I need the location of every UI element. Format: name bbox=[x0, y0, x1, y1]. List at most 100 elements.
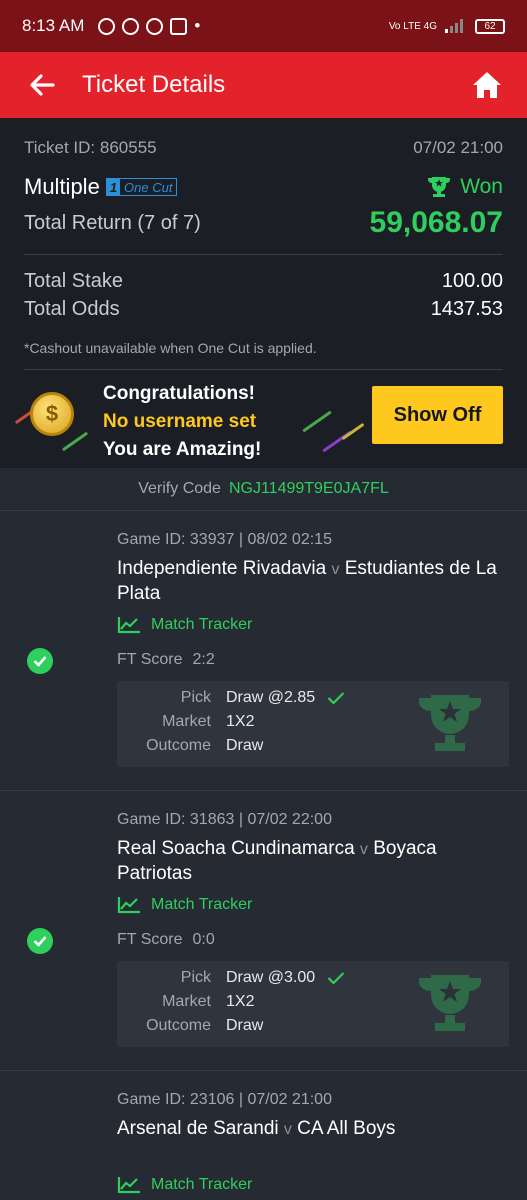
facebook-icon bbox=[98, 17, 116, 35]
status-time: 8:13 AM bbox=[22, 16, 85, 35]
home-button[interactable] bbox=[469, 67, 505, 103]
pick-row: Pick Draw @2.85 bbox=[117, 689, 417, 707]
match-teams: Independiente Rivadavia v Estudiantes de… bbox=[117, 557, 497, 606]
notification-icons: • bbox=[98, 16, 200, 36]
one-cut-label: One Cut bbox=[124, 179, 173, 195]
network-label: Vo LTE 4G bbox=[388, 20, 437, 32]
trophy-icon bbox=[428, 177, 451, 197]
match-teams: Arsenal de Sarandi v CA All Boys bbox=[117, 1117, 497, 1142]
total-odds-label: Total Odds bbox=[24, 298, 120, 320]
outcome-label: Outcome bbox=[146, 737, 211, 754]
confetti-streak bbox=[341, 422, 365, 441]
won-status: Won bbox=[426, 175, 503, 199]
trophy-watermark-icon bbox=[419, 695, 481, 751]
total-return-label: Total Return (7 of 7) bbox=[24, 211, 201, 234]
home-team: Arsenal de Sarandi bbox=[117, 1118, 279, 1139]
game-meta: Game ID: 23106 | 07/02 21:00 bbox=[117, 1091, 332, 1108]
show-off-button[interactable]: Show Off bbox=[372, 386, 503, 444]
home-team: Real Soacha Cundinamarca bbox=[117, 838, 355, 859]
total-stake-value: 100.00 bbox=[441, 270, 503, 292]
bet-type-label: Multiple bbox=[24, 174, 100, 199]
market-value: 1X2 bbox=[226, 993, 255, 1010]
game-card: Game ID: 33937 | 08/02 02:15 Independien… bbox=[0, 510, 527, 790]
versus-label: v bbox=[331, 561, 340, 578]
check-icon bbox=[27, 648, 53, 674]
game-meta: Game ID: 31863 | 07/02 22:00 bbox=[117, 811, 332, 828]
facebook-icon bbox=[146, 17, 164, 35]
versus-label: v bbox=[359, 841, 368, 858]
bet-type-row: Multiple 1 One Cut Won bbox=[24, 174, 503, 200]
market-value: 1X2 bbox=[226, 713, 255, 730]
back-button[interactable] bbox=[22, 65, 62, 105]
match-tracker-link[interactable]: Match Tracker bbox=[117, 616, 252, 634]
total-odds-value: 1437.53 bbox=[430, 298, 503, 320]
ticket-datetime: 07/02 21:00 bbox=[413, 138, 503, 157]
ft-score-value: 2:2 bbox=[192, 651, 215, 668]
checkmark-icon bbox=[327, 692, 345, 705]
congrats-banner: $ Congratulations! No username set You a… bbox=[0, 370, 527, 468]
games-list: Game ID: 33937 | 08/02 02:15 Independien… bbox=[0, 510, 527, 1200]
pick-label: Pick bbox=[180, 689, 211, 706]
pick-details: Pick Draw @3.00 Market 1X2 Outcome Draw bbox=[117, 961, 509, 1047]
pick-value: Draw @2.85 bbox=[226, 689, 345, 707]
market-label: Market bbox=[162, 713, 211, 730]
ft-score-label: FT Score bbox=[117, 931, 183, 948]
divider bbox=[24, 254, 503, 255]
outcome-label: Outcome bbox=[146, 1017, 211, 1034]
away-team: CA All Boys bbox=[297, 1118, 396, 1139]
signal-icon bbox=[445, 19, 463, 33]
confetti-streak bbox=[61, 431, 89, 452]
verify-label: Verify Code bbox=[138, 480, 221, 497]
match-tracker-label: Match Tracker bbox=[151, 1176, 253, 1193]
match-tracker-label: Match Tracker bbox=[151, 616, 253, 633]
confetti-streak bbox=[302, 410, 332, 433]
verify-code-row: Verify Code NGJ11499T9E0JA7FL bbox=[0, 468, 527, 510]
pick-row: Pick Draw @3.00 bbox=[117, 969, 417, 987]
telegram-icon bbox=[122, 17, 140, 35]
won-label: Won bbox=[460, 175, 503, 198]
chart-line-icon bbox=[117, 1177, 140, 1194]
total-return-value: 59,068.07 bbox=[369, 206, 503, 239]
one-cut-number: 1 bbox=[106, 179, 121, 195]
ft-score-label: FT Score bbox=[117, 651, 183, 668]
game-meta: Game ID: 33937 | 08/02 02:15 bbox=[117, 531, 332, 548]
home-team: Independiente Rivadavia bbox=[117, 558, 327, 579]
outcome-value: Draw bbox=[226, 1017, 264, 1034]
checkmark-icon bbox=[327, 972, 345, 985]
market-row: Market 1X2 bbox=[117, 713, 417, 731]
contact-icon bbox=[170, 17, 188, 35]
app-bar: Ticket Details bbox=[0, 52, 527, 118]
verify-code[interactable]: NGJ11499T9E0JA7FL bbox=[229, 480, 389, 498]
amazing-line: You are Amazing! bbox=[103, 439, 262, 460]
chart-line-icon bbox=[117, 897, 140, 914]
page-title: Ticket Details bbox=[82, 71, 226, 98]
congrats-message: Congratulations! No username set You are… bbox=[103, 380, 261, 464]
coin-icon: $ bbox=[30, 392, 74, 436]
total-stake-row: Total Stake 100.00 bbox=[24, 270, 503, 293]
match-tracker-link[interactable]: Match Tracker bbox=[117, 1176, 252, 1194]
dot-icon: • bbox=[194, 16, 201, 35]
check-icon bbox=[27, 928, 53, 954]
outcome-row: Outcome Draw bbox=[117, 737, 417, 755]
total-stake-label: Total Stake bbox=[24, 270, 123, 292]
market-label: Market bbox=[162, 993, 211, 1010]
total-return-row: Total Return (7 of 7) 59,068.07 bbox=[24, 206, 503, 240]
match-tracker-link[interactable]: Match Tracker bbox=[117, 896, 252, 914]
ft-score: FT Score 0:0 bbox=[117, 931, 215, 949]
bet-type: Multiple 1 One Cut bbox=[24, 174, 178, 200]
pick-label: Pick bbox=[180, 969, 211, 986]
chart-line-icon bbox=[117, 617, 140, 634]
one-cut-badge: 1 One Cut bbox=[105, 178, 178, 196]
pick-details: Pick Draw @2.85 Market 1X2 Outcome Draw bbox=[117, 681, 509, 767]
outcome-value: Draw bbox=[226, 737, 264, 754]
match-tracker-label: Match Tracker bbox=[151, 896, 253, 913]
pick-value: Draw @3.00 bbox=[226, 969, 345, 987]
ticket-id-row: Ticket ID: 860555 07/02 21:00 bbox=[24, 138, 503, 158]
trophy-watermark-icon bbox=[419, 975, 481, 1031]
versus-label: v bbox=[283, 1121, 292, 1138]
total-odds-row: Total Odds 1437.53 bbox=[24, 298, 503, 321]
arrow-left-icon bbox=[30, 74, 55, 96]
outcome-row: Outcome Draw bbox=[117, 1017, 417, 1035]
pick-text: Draw @3.00 bbox=[226, 969, 316, 986]
cashout-note: *Cashout unavailable when One Cut is app… bbox=[24, 340, 317, 356]
